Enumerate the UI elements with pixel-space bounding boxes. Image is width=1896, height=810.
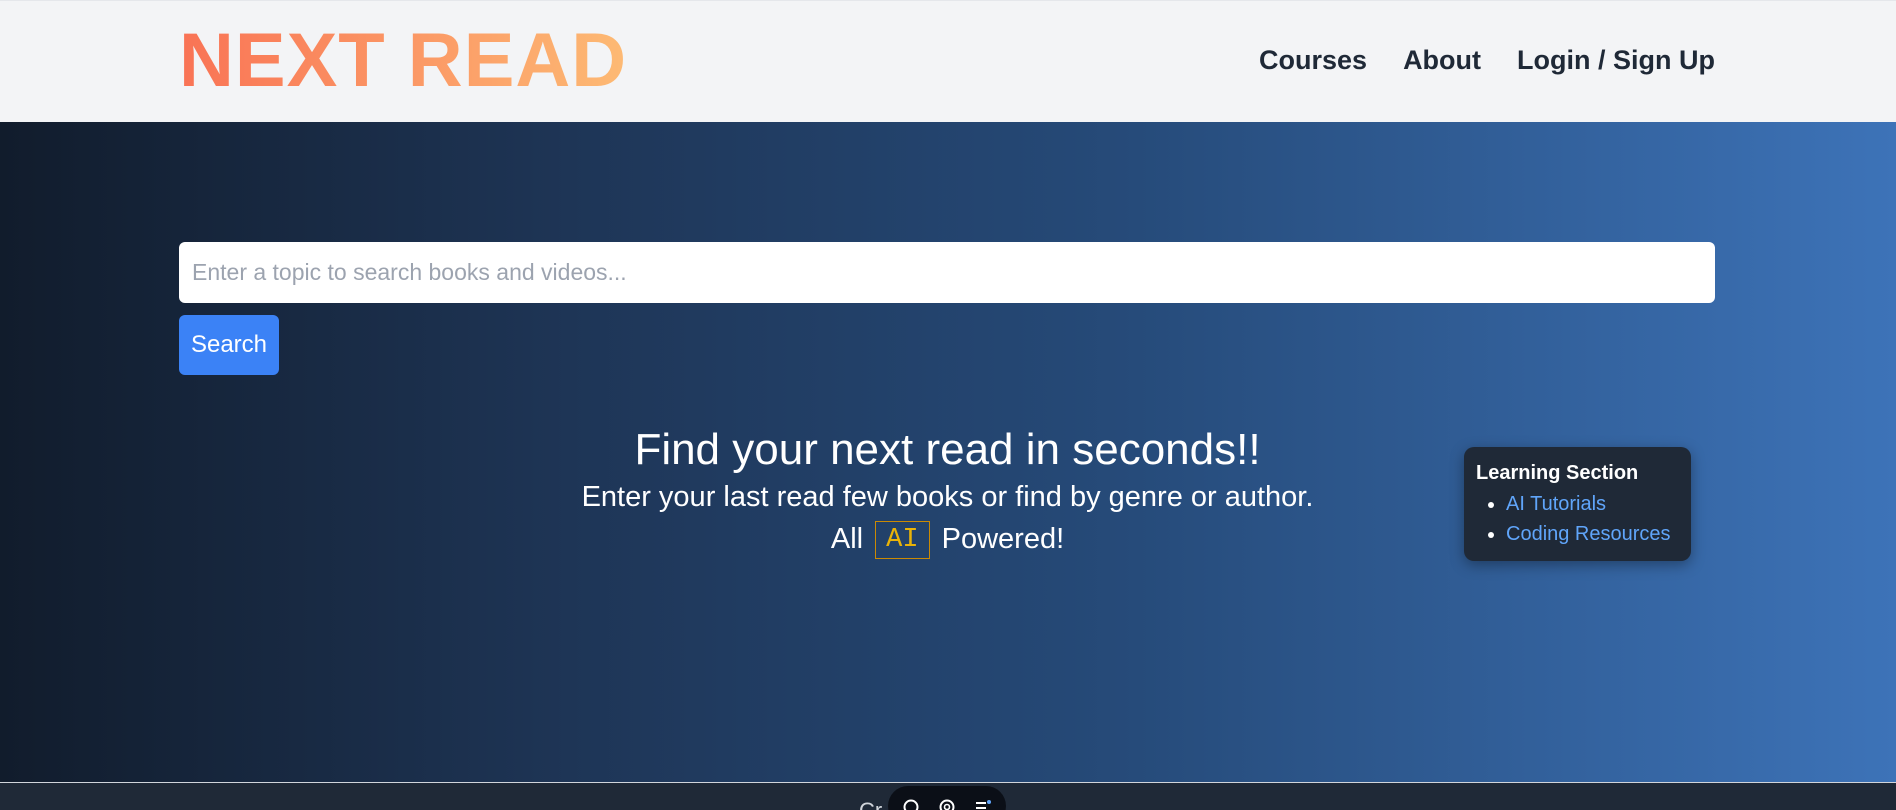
nav-link-about[interactable]: About <box>1403 45 1481 76</box>
hero-tagline: Find your next read in seconds!! Enter y… <box>500 424 1395 560</box>
footer-text-start: Cr <box>859 798 882 810</box>
copyright-icon[interactable] <box>938 798 956 810</box>
powered-suffix: Powered! <box>941 523 1065 555</box>
search-input[interactable] <box>179 242 1715 303</box>
link-ai-tutorials[interactable]: AI Tutorials <box>1506 493 1606 515</box>
floating-widget-bar[interactable] <box>888 786 1006 810</box>
top-navbar: NEXT READ Courses About Login / Sign Up <box>0 0 1896 122</box>
learning-section-card: Learning Section AI Tutorials Coding Res… <box>1464 447 1691 561</box>
list-icon[interactable] <box>974 798 992 810</box>
site-logo[interactable]: NEXT READ <box>179 23 627 99</box>
learning-section-list: AI Tutorials Coding Resources <box>1476 489 1679 549</box>
ai-badge: AI <box>875 521 930 560</box>
ai-powered-line: All AI Powered! <box>500 518 1395 560</box>
nav-link-login-signup[interactable]: Login / Sign Up <box>1517 45 1715 76</box>
hero-headline: Find your next read in seconds!! <box>634 425 1261 474</box>
chat-icon[interactable] <box>902 798 920 810</box>
nav-link-courses[interactable]: Courses <box>1259 45 1367 76</box>
link-coding-resources[interactable]: Coding Resources <box>1506 523 1671 545</box>
hero-subheadline: Enter your last read few books or find b… <box>581 481 1314 513</box>
powered-prefix: All <box>830 523 864 555</box>
list-item: Coding Resources <box>1506 519 1679 549</box>
nav-links: Courses About Login / Sign Up <box>1259 45 1715 76</box>
learning-section-title: Learning Section <box>1476 462 1639 484</box>
list-item: AI Tutorials <box>1506 489 1679 519</box>
search-button[interactable]: Search <box>179 315 279 375</box>
